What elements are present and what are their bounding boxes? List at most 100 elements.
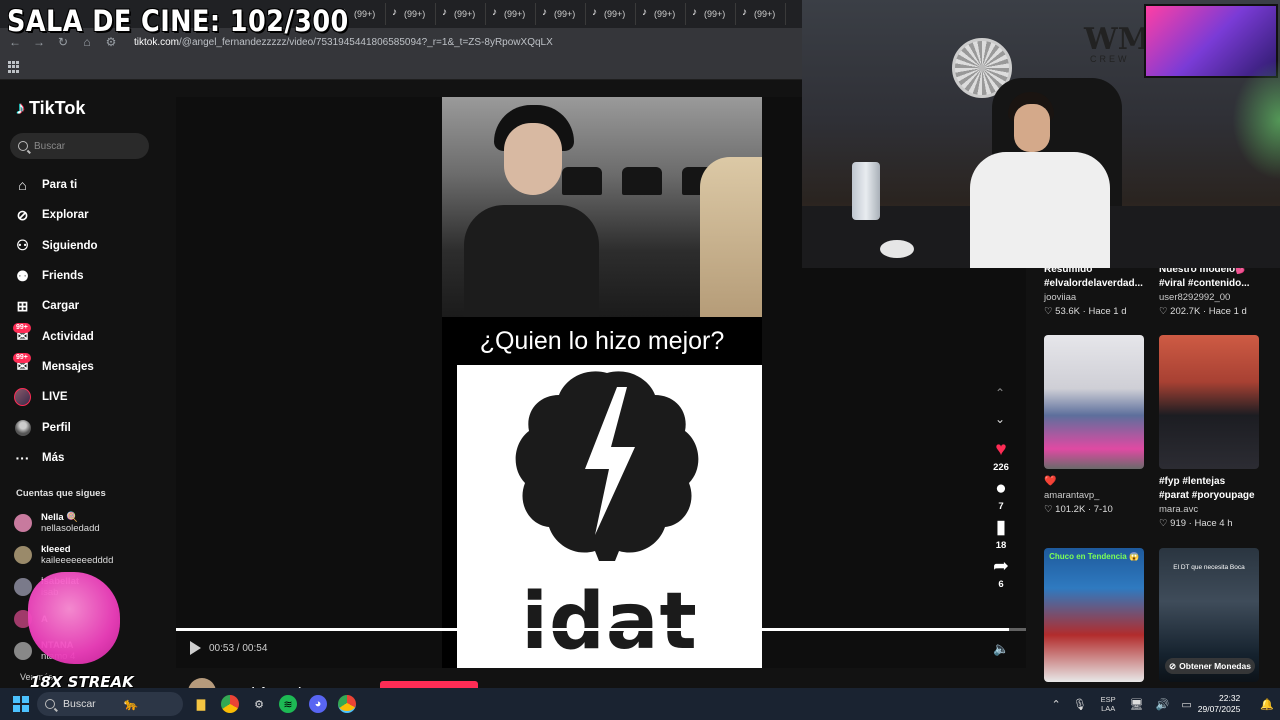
avatar: [14, 514, 32, 532]
network-icon[interactable]: 🖥: [1130, 698, 1144, 711]
desk-mouse: [880, 240, 914, 258]
chevron-up-icon[interactable]: ⌃: [1051, 698, 1060, 711]
video-caption-band: ¿Quien lo hizo mejor?: [442, 317, 762, 365]
get-coins-button[interactable]: ⊘ Obtener Monedas: [1165, 658, 1255, 674]
comment-icon: ●: [995, 478, 1007, 499]
like-button[interactable]: ♥ 226: [993, 440, 1009, 474]
rec-card-2[interactable]: Nuestro modelo💕 #viral #contenido... use…: [1159, 263, 1271, 319]
rec-date: Hace 1 d: [1208, 306, 1247, 317]
file-explorer-icon[interactable]: ▇: [192, 695, 210, 713]
rec-card-4[interactable]: #fyp #lentejas #parat #poryoupage mara.a…: [1159, 475, 1271, 531]
webcam-led-light: [1232, 60, 1280, 180]
tab-label: (99+): [554, 9, 576, 19]
sidebar-item-label: Mensajes: [42, 360, 94, 373]
comment-count: 7: [998, 501, 1004, 512]
rec-title: #elvalordelaverdad...: [1044, 278, 1143, 289]
url-host: tiktok.com: [134, 36, 180, 48]
address-bar[interactable]: tiktok.com/@angel_fernandezzzzz/video/75…: [134, 37, 553, 48]
browser-tab[interactable]: (99+): [386, 3, 436, 25]
play-icon[interactable]: [190, 641, 201, 655]
following-icon: ⚇: [16, 237, 29, 254]
browser-tab[interactable]: (99+): [486, 3, 536, 25]
battery-icon[interactable]: ▭: [1181, 698, 1191, 711]
rec-thumbnail-5[interactable]: Chuco en Tendencia 😱: [1044, 548, 1144, 682]
rec-thumbnail-3[interactable]: [1044, 335, 1144, 469]
bookmark-icon: ▮: [995, 517, 1007, 538]
sidebar-item-activity[interactable]: ✉ 99+ Actividad: [13, 321, 164, 351]
tiktok-tab-icon: [592, 7, 601, 19]
browser-tab[interactable]: (99+): [686, 3, 736, 25]
chevron-down-icon[interactable]: ⌄: [995, 412, 1005, 426]
settings-app-icon[interactable]: ⚙: [250, 695, 268, 713]
browser-tab[interactable]: (99+): [636, 3, 686, 25]
thumbnail-label: El DT que necesita Boca: [1173, 564, 1245, 571]
like-count: 226: [993, 462, 1009, 473]
sidebar-item-friends[interactable]: ⚉ Friends: [14, 261, 164, 291]
video-frame[interactable]: ¿Quien lo hizo mejor? idat: [442, 97, 762, 668]
sidebar: ♪ TikTok ⌂ Para ti ⊘ Explorar ⚇ Siguiendo ⚉ Fri…: [0, 80, 170, 691]
volume-icon[interactable]: 🔈: [993, 641, 1009, 657]
sidebar-item-more[interactable]: ··· Más: [14, 443, 164, 473]
rec-card-1[interactable]: Resumido #elvalordelaverdad... jooviiaa …: [1044, 263, 1156, 319]
speaker-icon[interactable]: 🔊: [1156, 698, 1170, 711]
rec-date: Hace 4 h: [1194, 518, 1233, 529]
overlay-hand-sticker: [28, 572, 120, 664]
browser-tab[interactable]: (99+): [436, 3, 486, 25]
video-time: 00:53 / 00:54: [209, 642, 268, 654]
search-box[interactable]: [10, 133, 149, 159]
rec-title: ❤️: [1044, 476, 1057, 487]
rec-title-2: #parat #poryoupage: [1159, 490, 1255, 501]
browser-tab[interactable]: (99+): [536, 3, 586, 25]
tab-label: (99+): [654, 9, 676, 19]
chrome-active-icon[interactable]: [338, 695, 356, 713]
rec-meta: ♡ 202.7K · Hace 1 d: [1159, 306, 1247, 317]
windows-start-icon[interactable]: [13, 696, 29, 712]
sidebar-item-following[interactable]: ⚇ Siguiendo: [14, 231, 164, 261]
spotify-icon[interactable]: ≋: [279, 695, 297, 713]
notification-badge: 99+: [13, 353, 31, 364]
idat-logo-text: idat: [521, 577, 698, 667]
taskbar-search[interactable]: Buscar 🐆: [37, 692, 183, 716]
save-button[interactable]: ▮ 18: [995, 517, 1007, 552]
tab-label: (99+): [404, 9, 426, 19]
browser-tab[interactable]: (99+): [736, 3, 786, 25]
rec-card-3[interactable]: ❤️ amarantavp_ ♡ 101.2K · 7-10: [1044, 475, 1156, 517]
sidebar-item-live[interactable]: LIVE: [14, 382, 164, 412]
browser-tab[interactable]: (99+): [586, 3, 636, 25]
sidebar-item-upload[interactable]: ⊞ Cargar: [14, 291, 164, 321]
share-button[interactable]: ➦ 6: [993, 557, 1009, 591]
sidebar-item-home[interactable]: ⌂ Para ti: [14, 170, 164, 200]
chrome-icon[interactable]: [221, 695, 239, 713]
search-input[interactable]: [34, 140, 134, 152]
idat-brain-logo: [515, 371, 699, 561]
sidebar-item-compass[interactable]: ⊘ Explorar: [14, 200, 164, 230]
stream-overlay-title: SALA DE CINE: 102/300: [7, 4, 349, 38]
video-controls: 00:53 / 00:54: [190, 641, 267, 655]
notification-bell-icon[interactable]: 🔔: [1260, 698, 1274, 711]
lang-code: ESP: [1100, 695, 1116, 704]
chevron-up-icon[interactable]: ⌃: [995, 386, 1005, 400]
rec-user: mara.avc: [1159, 504, 1199, 515]
video-progress-bar[interactable]: [176, 628, 1026, 631]
sidebar-item-label: Para ti: [42, 179, 78, 192]
language-indicator[interactable]: ESP LAA: [1101, 695, 1116, 713]
sidebar-item-messages[interactable]: ✉ 99+ Mensajes: [13, 352, 164, 382]
rec-title: #fyp #lentejas: [1159, 476, 1226, 487]
comment-button[interactable]: ● 7: [995, 478, 1007, 513]
rec-thumbnail-4[interactable]: [1159, 335, 1259, 469]
microphone-icon[interactable]: 🎙: [1073, 698, 1087, 711]
following-account[interactable]: kleeed kaileeeeeeedddd: [14, 539, 164, 571]
rec-date: Hace 1 d: [1088, 306, 1127, 317]
sidebar-item-profile[interactable]: Perfil: [14, 412, 164, 442]
url-path: /@angel_fernandezzzzz/video/753194544180…: [179, 36, 553, 48]
tab-label: (99+): [504, 9, 526, 19]
apps-grid-icon[interactable]: [8, 61, 20, 73]
heart-outline-icon: ♡: [1159, 306, 1168, 317]
tiktok-logo[interactable]: ♪ TikTok: [16, 98, 85, 119]
heart-outline-icon: ♡: [1044, 504, 1053, 515]
discord-icon[interactable]: ◕: [309, 695, 327, 713]
clock[interactable]: 22:32 29/07/2025: [1198, 693, 1241, 715]
tiktok-tab-icon: [392, 7, 401, 19]
following-account[interactable]: Nella 🍭 nellasoledadd: [14, 507, 164, 539]
rec-likes: 919: [1170, 518, 1187, 529]
